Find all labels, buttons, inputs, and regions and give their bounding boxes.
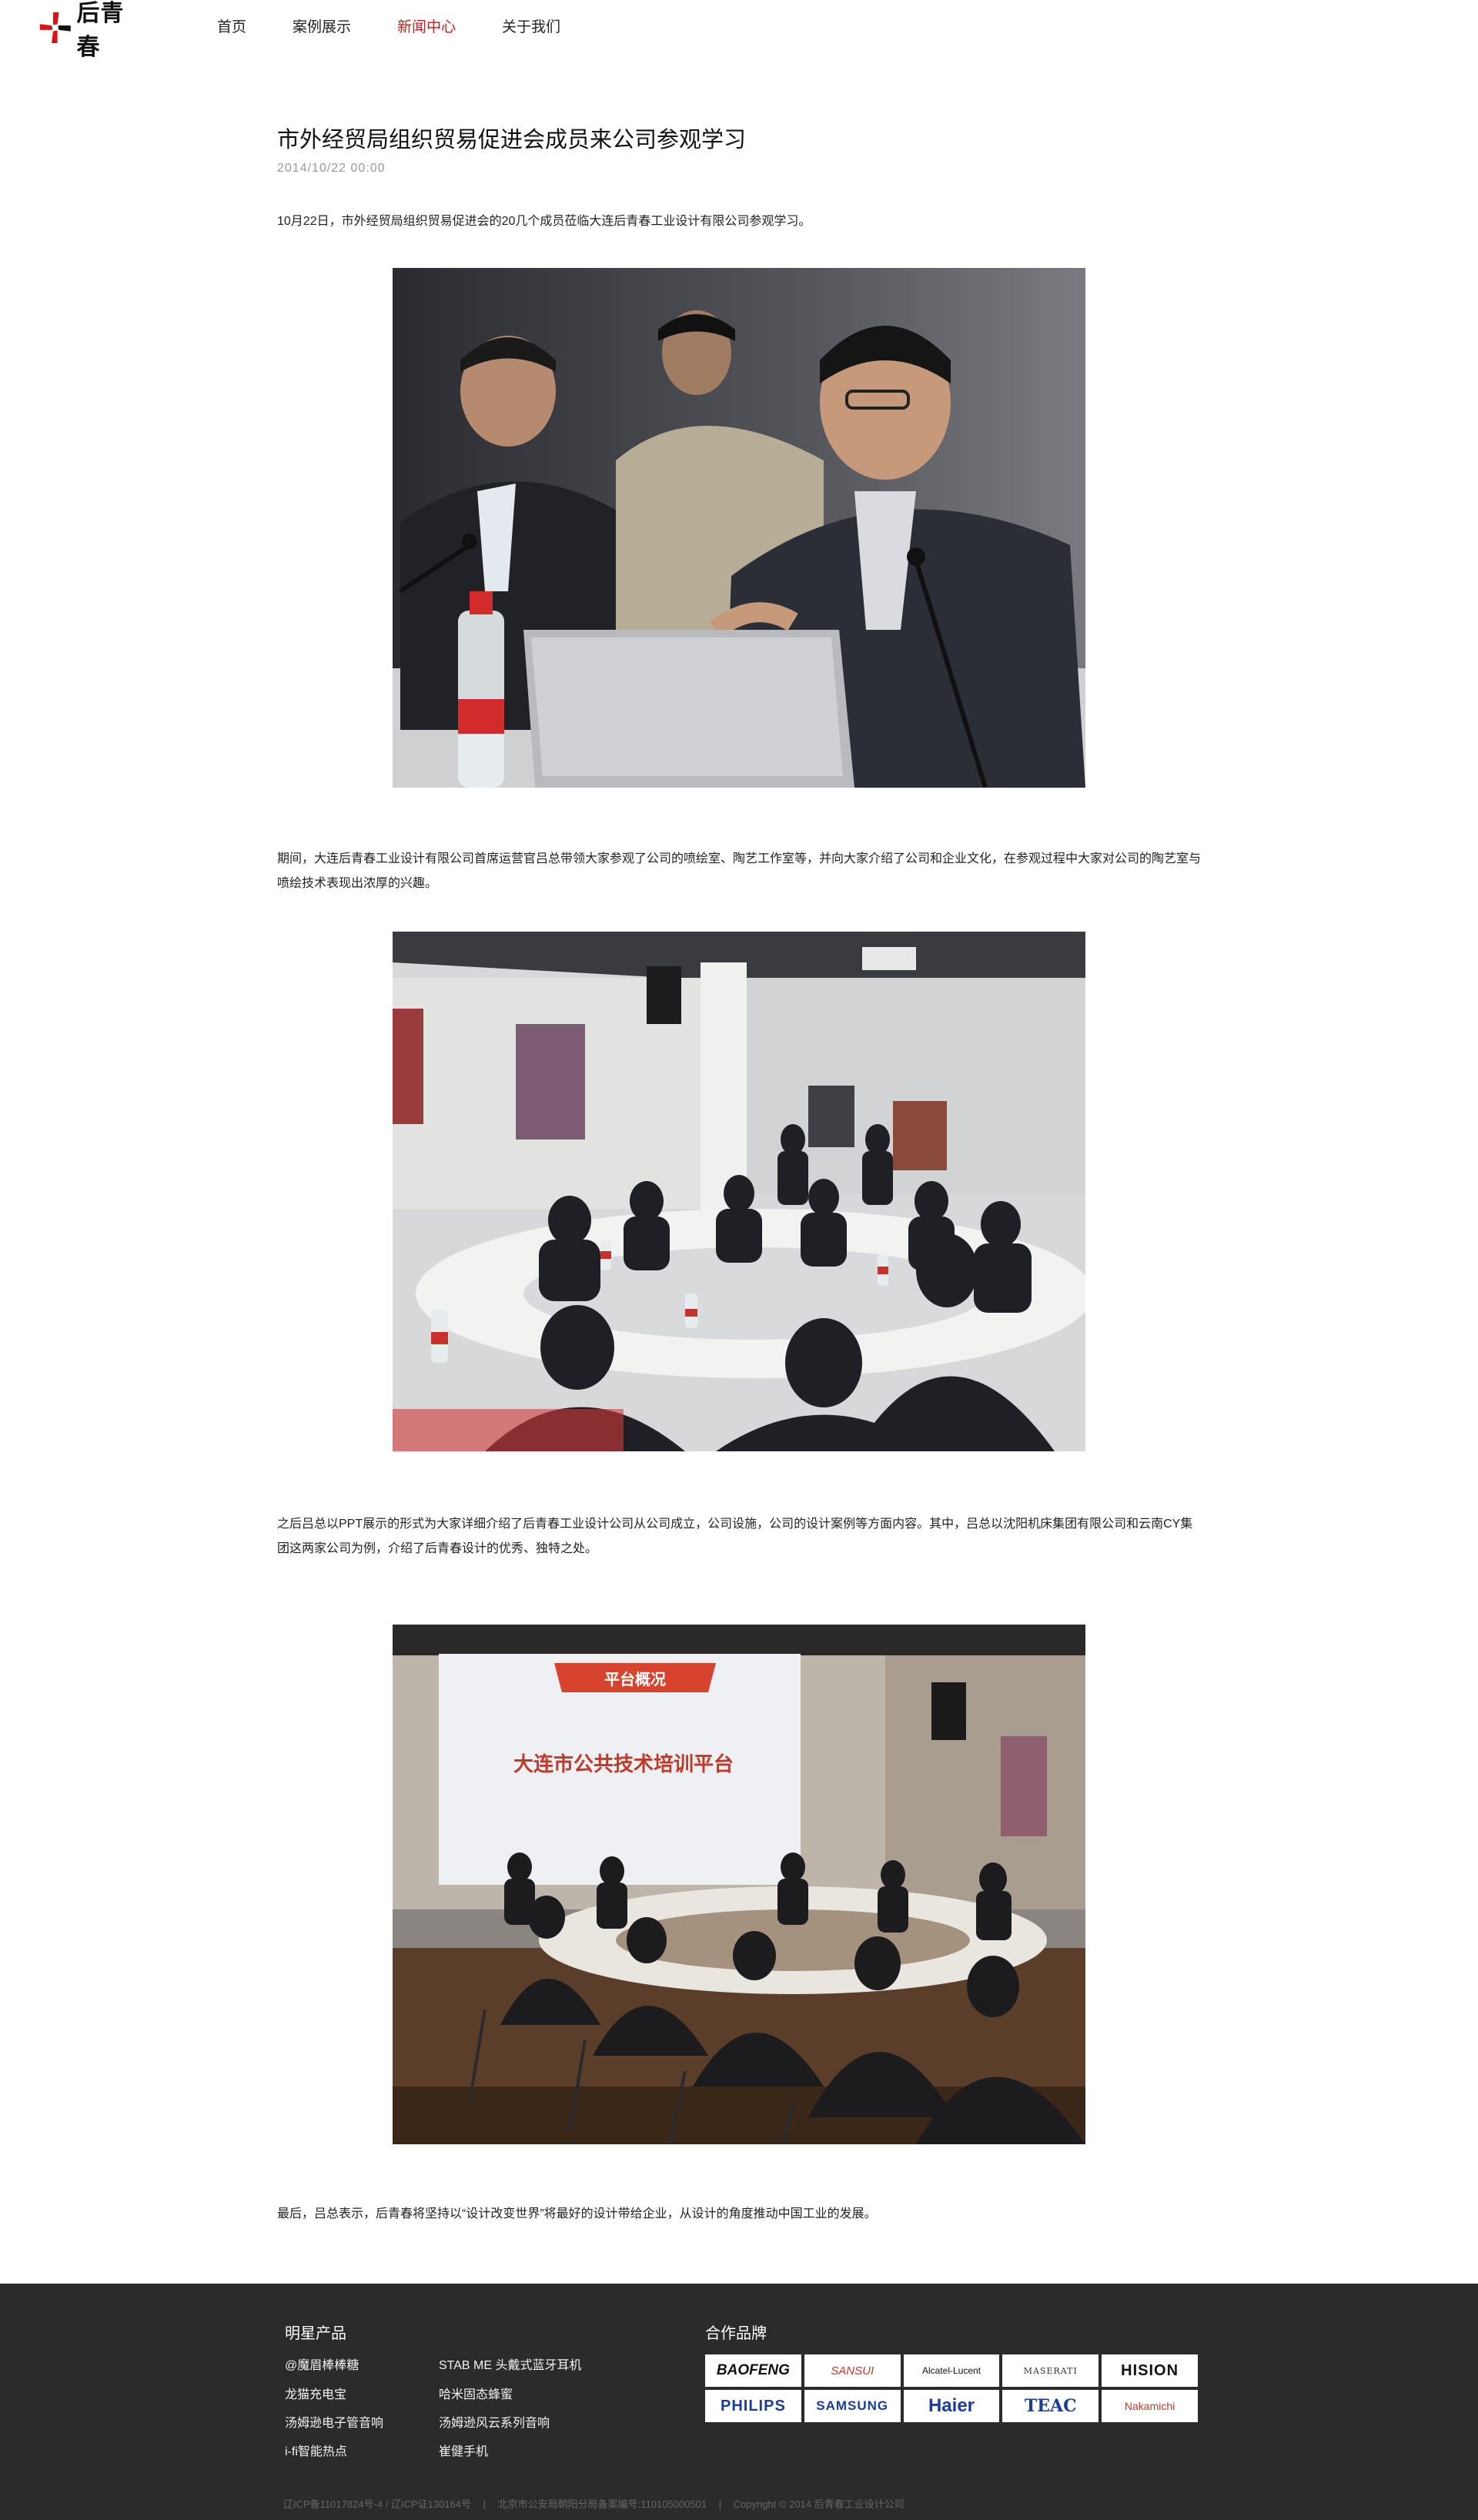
brand-logo-haier[interactable]: Haier (903, 2390, 1000, 2422)
footer-copyright: 辽ICP备11017824号-4 / 辽ICP证130164号 | 北京市公安局… (283, 2496, 914, 2511)
article-title: 市外经贸局组织贸易促进会成员来公司参观学习 (277, 128, 747, 152)
partner-brand-grid: BAOFENG SANSUI Alcatel-Lucent MASERATI H… (705, 2354, 1198, 2422)
brand-logo-baofeng[interactable]: BAOFENG (705, 2354, 801, 2387)
nav-news[interactable]: 新闻中心 (397, 17, 456, 38)
footer-products-heading: 明星产品 (285, 2325, 346, 2342)
brand-logo-alcatel-lucent[interactable]: Alcatel-Lucent (903, 2354, 1000, 2387)
article-paragraph-1: 10月22日，市外经贸局组织贸易促进会的20几个成员莅临大连后青春工业设计有限公… (277, 215, 811, 228)
brand-logo-hision[interactable]: HISION (1102, 2354, 1198, 2387)
police-record-text: 北京市公安局朝阳分局备案编号:110105000501 (497, 2498, 707, 2510)
footer-product-link[interactable]: STAB ME 头戴式蓝牙耳机 (439, 2354, 582, 2373)
site-logo[interactable]: 后青春 (37, 0, 145, 61)
footer-brands-heading: 合作品牌 (705, 2325, 767, 2342)
article-paragraph-3: 之后吕总以PPT展示的形式为大家详细介绍了后青春工业设计公司从公司成立，公司设施… (277, 1518, 1193, 1555)
meeting-room-photo-illustration (393, 932, 1085, 1451)
news-article: 市外经贸局组织贸易促进会成员来公司参观学习 2014/10/22 00:00 (277, 123, 1201, 176)
article-date: 2014/10/22 00:00 (277, 162, 386, 175)
footer-product-link[interactable]: 崔健手机 (439, 2441, 488, 2459)
article-paragraph-2: 期间，大连后青春工业设计有限公司首席运营官吕总带领大家参观了公司的喷绘室、陶艺工… (277, 852, 1202, 890)
site-header: 后青春 首页 案例展示 新闻中心 关于我们 (0, 0, 1478, 61)
slide-banner-text: 平台概况 (604, 1670, 666, 1688)
nav-home[interactable]: 首页 (217, 17, 246, 38)
brand-logo-samsung[interactable]: SAMSUNG (804, 2390, 901, 2422)
brand-logo-maserati[interactable]: MASERATI (1002, 2354, 1099, 2387)
footer-product-link[interactable]: 汤姆逊风云系列音响 (439, 2412, 550, 2431)
brand-logo-sansui[interactable]: SANSUI (804, 2354, 901, 2387)
main-nav: 首页 案例展示 新闻中心 关于我们 (217, 17, 607, 38)
brand-logo-philips[interactable]: PHILIPS (705, 2390, 801, 2422)
footer-product-link[interactable]: 汤姆逊电子管音响 (285, 2412, 383, 2431)
presentation-photo-illustration: 平台概况 大连市公共技术培训平台 (393, 1625, 1085, 2144)
brand-logo-nakamichi[interactable]: Nakamichi (1102, 2390, 1198, 2422)
article-paragraph-4: 最后，吕总表示，后青春将坚持以“设计改变世界”将最好的设计带给企业，从设计的角度… (277, 2207, 877, 2220)
article-photo-speaker (393, 268, 1085, 788)
copyright-separator: | (718, 2498, 722, 2510)
logo-pinwheel-icon (39, 12, 71, 43)
copyright-notice: Copyright © 2014 后青春工业设计公司 (733, 2498, 905, 2510)
brand-logo-teac[interactable]: TEAC (1002, 2390, 1099, 2422)
icp-license-text: 辽ICP备11017824号-4 / 辽ICP证130164号 (283, 2498, 471, 2510)
logo-text: 后青春 (76, 0, 125, 61)
nav-cases[interactable]: 案例展示 (293, 17, 351, 38)
article-photo-meeting-room (393, 932, 1085, 1451)
copyright-separator: | (483, 2498, 487, 2510)
speaker-photo-illustration (393, 268, 1085, 788)
footer-product-link[interactable]: i-fi智能热点 (285, 2441, 347, 2459)
site-footer: 明星产品 @魔眉棒棒糖 STAB ME 头戴式蓝牙耳机 龙猫充电宝 哈米固态蜂蜜… (0, 2284, 1478, 2520)
article-photo-presentation: 平台概况 大连市公共技术培训平台 (393, 1625, 1085, 2144)
slide-headline-text: 大连市公共技术培训平台 (513, 1752, 734, 1776)
footer-product-link[interactable]: @魔眉棒棒糖 (285, 2354, 359, 2373)
footer-product-link[interactable]: 龙猫充电宝 (285, 2384, 346, 2402)
nav-about[interactable]: 关于我们 (502, 17, 560, 38)
footer-product-link[interactable]: 哈米固态蜂蜜 (439, 2384, 513, 2402)
